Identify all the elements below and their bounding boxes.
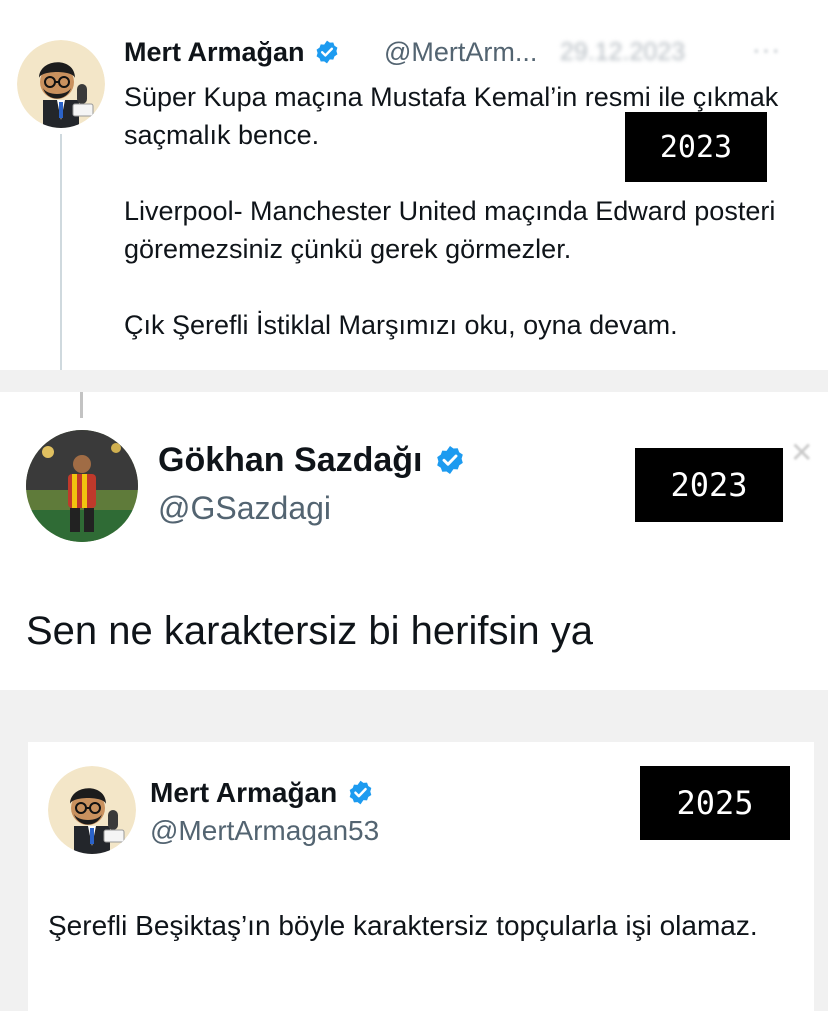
thread-connector-line <box>60 134 62 370</box>
tweet-text: Sen ne karaktersiz bi herifsin ya <box>26 609 593 653</box>
verified-badge-icon <box>437 445 463 474</box>
tweet-paragraph: Liverpool- Manchester United maçında Edw… <box>124 196 776 264</box>
author-handle[interactable]: @MertArmagan53 <box>150 814 379 848</box>
year-badge: 2025 <box>640 766 790 840</box>
author-handle[interactable]: @MertArm... <box>384 36 537 68</box>
more-options-icon[interactable]: ··· <box>752 34 781 65</box>
close-icon[interactable]: ✕ <box>790 436 813 469</box>
tweet-paragraph: Çık Şerefli İstiklal Marşımızı oku, oyna… <box>124 310 678 340</box>
avatar-mert-armagan[interactable] <box>17 40 105 128</box>
author-name[interactable]: Gökhan Sazdağı <box>158 440 466 480</box>
verified-badge-icon <box>316 40 338 64</box>
tweet-text: Şerefli Beşiktaş’ın böyle karaktersiz to… <box>48 910 758 941</box>
author-name[interactable]: Mert Armağan <box>124 36 340 68</box>
year-badge: 2023 <box>635 448 783 522</box>
author-handle[interactable]: @GSazdagi <box>158 488 331 528</box>
avatar-mert-armagan[interactable] <box>48 766 136 854</box>
tweet-date[interactable]: 29.12.2023 <box>560 36 685 68</box>
author-name[interactable]: Mert Armağan <box>150 776 374 810</box>
author-name-text: Mert Armağan <box>150 777 338 808</box>
year-badge: 2023 <box>625 112 767 182</box>
author-name-text: Mert Armağan <box>124 37 305 67</box>
author-name-text: Gökhan Sazdağı <box>158 441 423 479</box>
tweet-card-2: Gökhan Sazdağı @GSazdagi 2023 ✕ Sen ne k… <box>0 392 828 690</box>
tweet-card-1: Mert Armağan @MertArm... 29.12.2023 ··· … <box>0 0 828 370</box>
tweet-card-3: Mert Armağan @MertArmagan53 2025 Şerefli… <box>28 742 814 1011</box>
thread-connector-line <box>80 392 83 418</box>
avatar-gokhan-sazdagi[interactable] <box>26 430 138 542</box>
verified-badge-icon <box>349 780 372 805</box>
